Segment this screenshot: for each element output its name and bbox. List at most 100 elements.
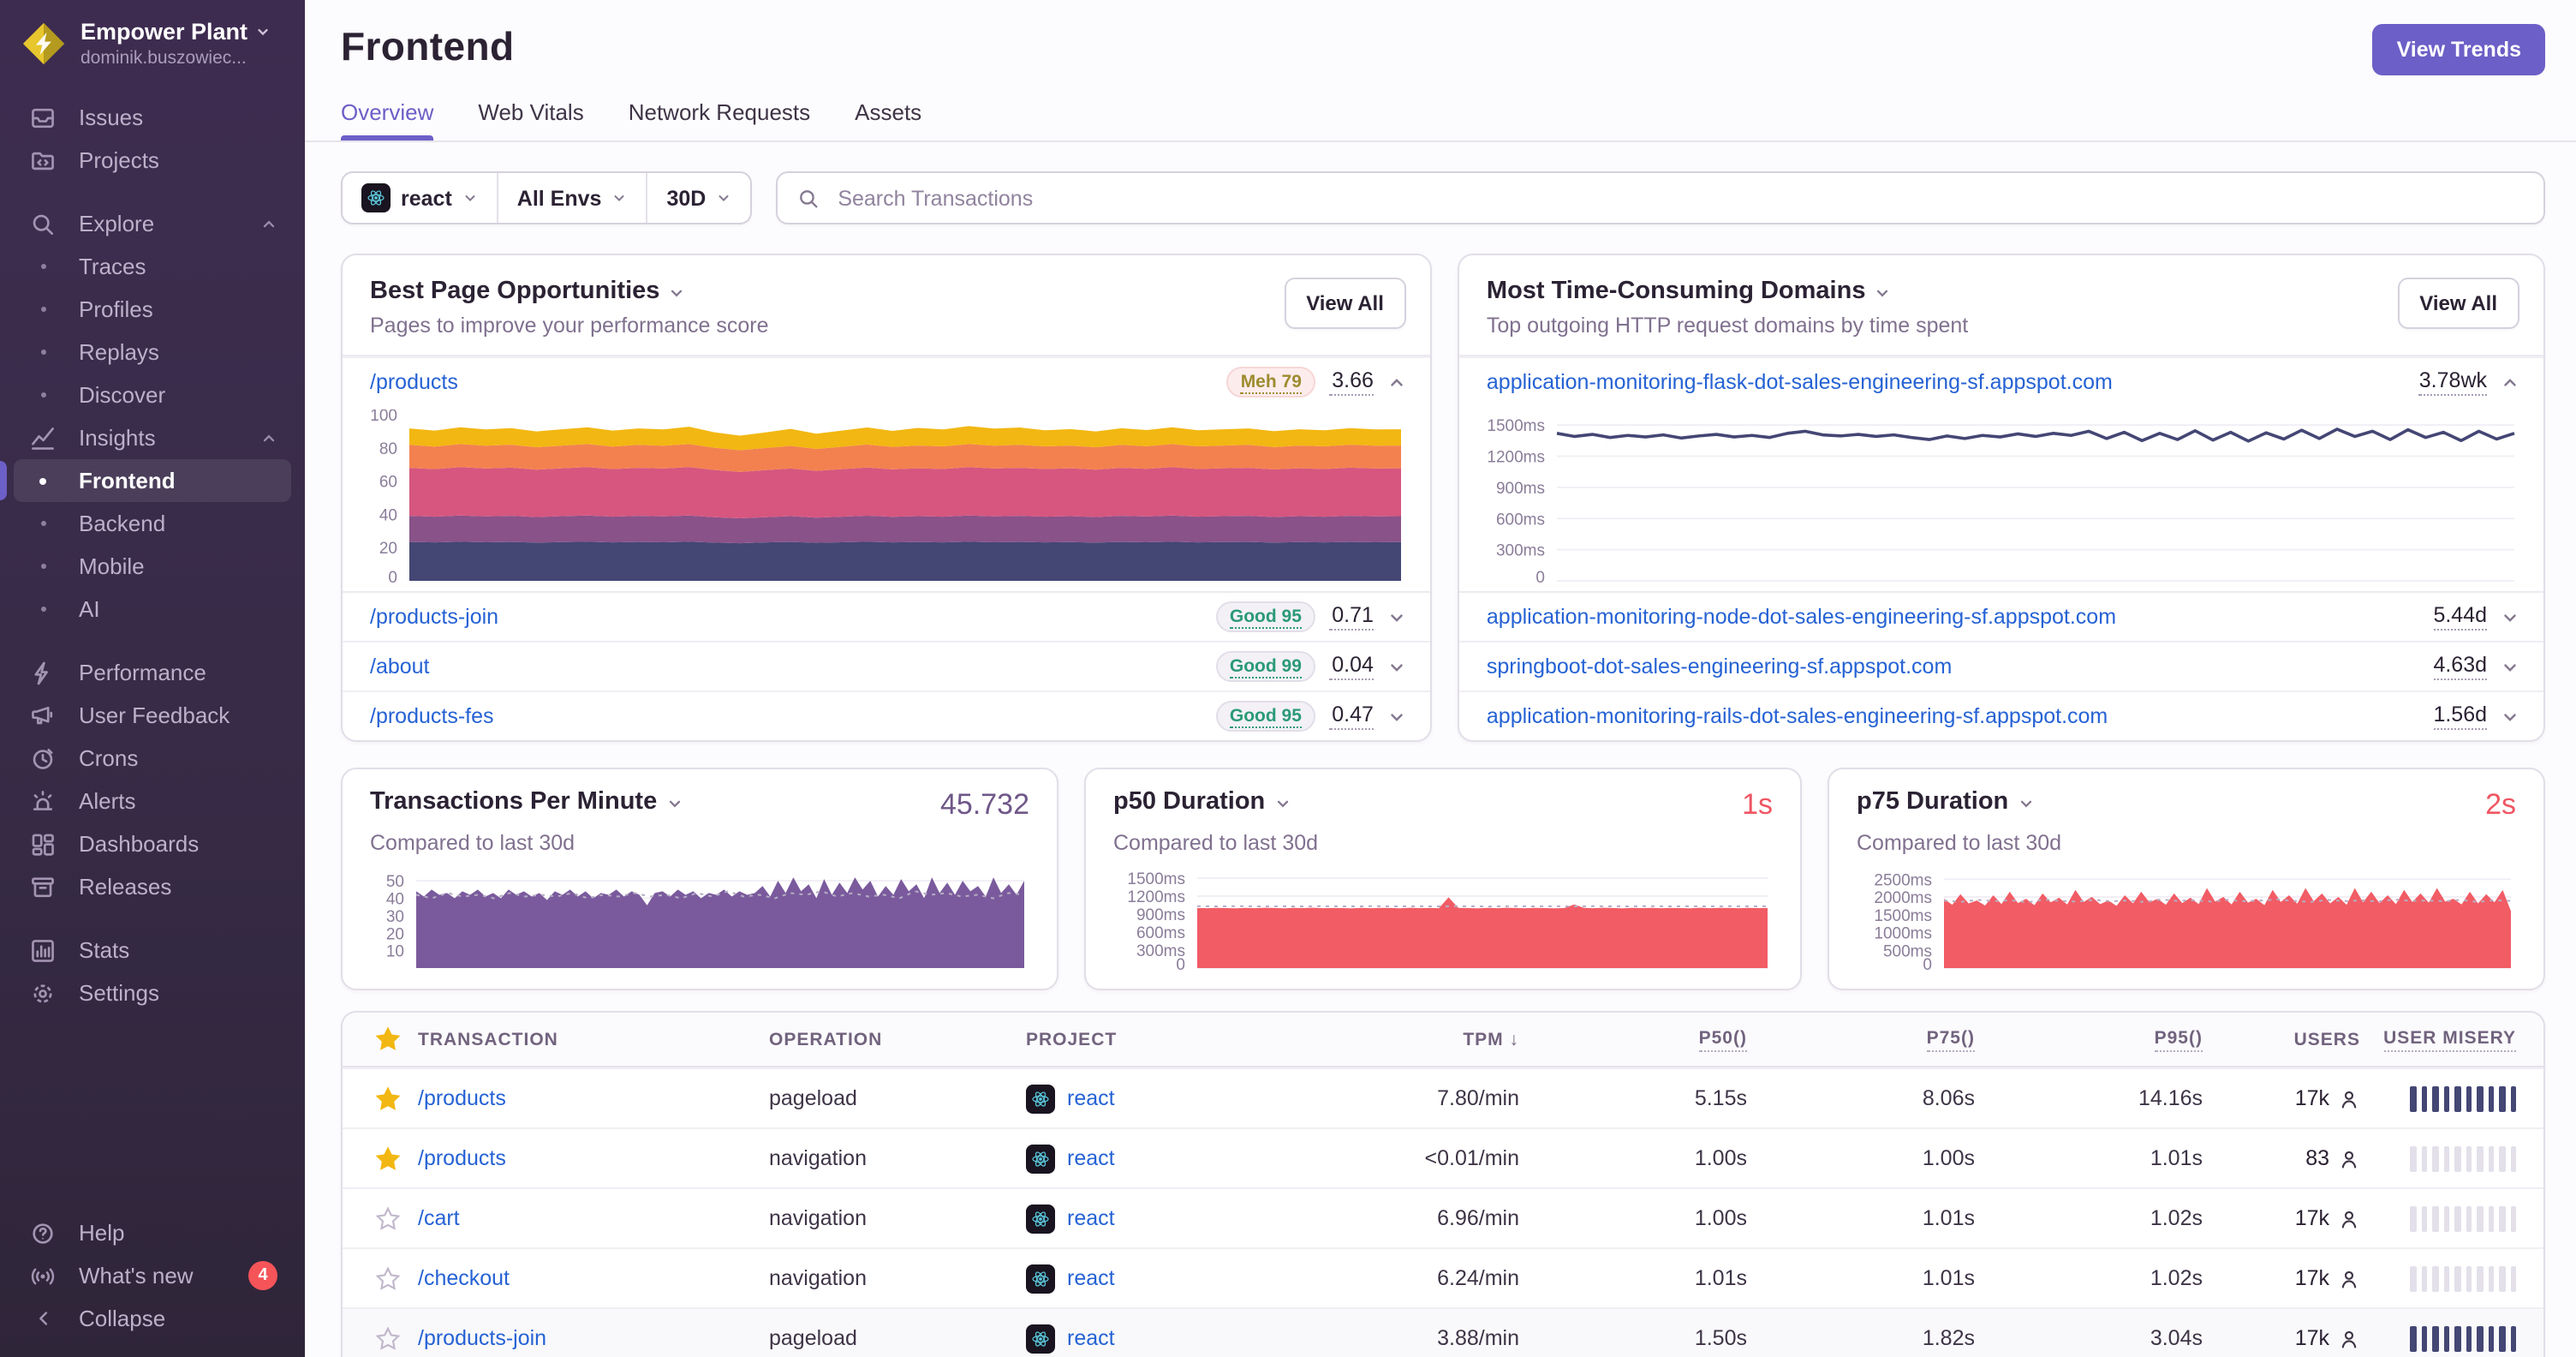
project-filter[interactable]: react [343, 173, 497, 223]
chevron-down-icon[interactable] [665, 794, 683, 811]
panel-title: Transactions Per Minute [370, 788, 658, 816]
sidebar-item-settings[interactable]: Settings [14, 971, 291, 1014]
sidebar-item-explore[interactable]: Explore [14, 202, 291, 245]
sidebar-item-label: Frontend [79, 468, 176, 493]
col-operation[interactable]: OPERATION [769, 1029, 1026, 1049]
domain-link[interactable]: springboot-dot-sales-engineering-sf.apps… [1487, 655, 1952, 678]
transaction-link[interactable]: /cart [418, 1206, 460, 1230]
sidebar-item-ai[interactable]: AI [14, 588, 291, 631]
project-link[interactable]: react [1067, 1206, 1115, 1230]
org-switcher[interactable]: Empower Plant dominik.buszowiec... [0, 0, 305, 82]
sidebar-footer: Help What's new 4 Collapse [0, 1211, 305, 1357]
transaction-link[interactable]: /checkout [418, 1266, 510, 1290]
domain-link[interactable]: application-monitoring-flask-dot-sales-e… [1487, 370, 2113, 394]
svg-text:2500ms: 2500ms [1874, 871, 1932, 889]
chevron-down-icon[interactable] [1273, 794, 1291, 811]
sidebar-item-stats[interactable]: Stats [14, 929, 291, 971]
tab-assets[interactable]: Assets [855, 99, 921, 140]
page-link[interactable]: /about [370, 655, 430, 678]
star-toggle[interactable] [374, 1265, 400, 1291]
page-link[interactable]: /products-join [370, 605, 498, 629]
project-link[interactable]: react [1067, 1146, 1115, 1170]
chevron-down-icon[interactable] [2017, 794, 2034, 811]
p75-panel: p75 Duration 2s Compared to last 30d 0 50… [1828, 768, 2545, 990]
star-toggle[interactable] [374, 1085, 400, 1111]
sidebar-item-frontend[interactable]: Frontend [0, 459, 291, 502]
chevron-down-icon[interactable] [668, 284, 685, 301]
star-toggle[interactable] [374, 1205, 400, 1231]
project-link[interactable]: react [1067, 1266, 1115, 1290]
domain-time: 1.56d [2433, 702, 2487, 730]
domain-link[interactable]: application-monitoring-rails-dot-sales-e… [1487, 704, 2108, 728]
page-link[interactable]: /products [370, 370, 458, 394]
best-page-opportunities-panel: Best Page Opportunities Pages to improve… [341, 254, 1432, 742]
user-icon [2341, 1150, 2357, 1168]
sidebar-item-issues[interactable]: Issues [14, 96, 291, 139]
tab-network-requests[interactable]: Network Requests [629, 99, 810, 140]
environment-filter[interactable]: All Envs [496, 173, 647, 223]
chevron-up-icon[interactable] [2501, 373, 2519, 392]
sidebar-item-performance[interactable]: Performance [14, 651, 291, 694]
projects-icon [21, 146, 65, 174]
sidebar-item-whats-new[interactable]: What's new 4 [14, 1254, 291, 1297]
search-icon [800, 189, 818, 207]
view-all-button[interactable]: View All [2397, 278, 2519, 329]
sidebar-item-user-feedback[interactable]: User Feedback [14, 694, 291, 737]
sidebar-item-backend[interactable]: Backend [14, 502, 291, 545]
chevron-down-icon[interactable] [2501, 657, 2519, 676]
view-all-button[interactable]: View All [1284, 278, 1406, 329]
sidebar-item-dashboards[interactable]: Dashboards [14, 822, 291, 865]
star-toggle[interactable] [374, 1325, 400, 1351]
sidebar-item-help[interactable]: Help [14, 1211, 291, 1254]
chevron-down-icon[interactable] [1387, 657, 1406, 676]
col-user-misery[interactable]: USER MISERY [2360, 1027, 2516, 1051]
react-platform-icon [1026, 1324, 1055, 1353]
col-project[interactable]: PROJECT [1026, 1029, 1300, 1049]
sidebar-item-crons[interactable]: Crons [14, 737, 291, 780]
view-trends-button[interactable]: View Trends [2372, 24, 2545, 75]
sidebar-item-profiles[interactable]: Profiles [14, 288, 291, 331]
date-range-filter[interactable]: 30D [646, 173, 750, 223]
sidebar-item-alerts[interactable]: Alerts [14, 780, 291, 822]
chevron-up-icon[interactable] [1387, 373, 1406, 392]
sidebar-item-releases[interactable]: Releases [14, 865, 291, 908]
chevron-down-icon[interactable] [2501, 607, 2519, 626]
col-users[interactable]: USERS [2203, 1029, 2360, 1049]
sidebar-item-replays[interactable]: Replays [14, 331, 291, 374]
user-icon [2341, 1090, 2357, 1108]
chevron-down-icon[interactable] [1387, 707, 1406, 726]
sidebar-item-discover[interactable]: Discover [14, 374, 291, 416]
megaphone-icon [21, 702, 65, 729]
col-tpm[interactable]: TPM ↓ [1300, 1029, 1519, 1049]
tab-overview[interactable]: Overview [341, 99, 434, 140]
issues-icon [21, 104, 65, 131]
domain-row: application-monitoring-node-dot-sales-en… [1458, 591, 2543, 641]
transaction-link[interactable]: /products-join [418, 1326, 546, 1350]
project-link[interactable]: react [1067, 1086, 1115, 1110]
tpm-chart: 10 20 30 40 50 [370, 867, 1029, 971]
tab-web-vitals[interactable]: Web Vitals [478, 99, 583, 140]
transaction-link[interactable]: /products [418, 1086, 506, 1110]
project-link[interactable]: react [1067, 1326, 1115, 1350]
sidebar-item-traces[interactable]: Traces [14, 245, 291, 288]
search-input[interactable] [834, 184, 2525, 212]
domain-link[interactable]: application-monitoring-node-dot-sales-en… [1487, 605, 2116, 629]
col-transaction[interactable]: TRANSACTION [418, 1029, 769, 1049]
star-toggle[interactable] [374, 1145, 400, 1171]
star-column-header[interactable] [374, 1026, 400, 1052]
content-area: react All Envs 30D Search Transactions B… [305, 142, 2576, 1357]
user-misery-bars [2360, 1265, 2516, 1291]
col-p50[interactable]: P50() [1519, 1027, 1747, 1051]
col-p75[interactable]: P75() [1747, 1027, 1975, 1051]
sidebar-item-insights[interactable]: Insights [14, 416, 291, 459]
chevron-down-icon[interactable] [1874, 284, 1891, 301]
sidebar-item-mobile[interactable]: Mobile [14, 545, 291, 588]
tpm-cell: <0.01/min [1424, 1146, 1520, 1170]
chevron-down-icon[interactable] [1387, 607, 1406, 626]
page-link[interactable]: /products-fes [370, 704, 494, 728]
sidebar-collapse-button[interactable]: Collapse [14, 1297, 291, 1340]
transaction-link[interactable]: /products [418, 1146, 506, 1170]
col-p95[interactable]: P95() [1975, 1027, 2203, 1051]
sidebar-item-projects[interactable]: Projects [14, 139, 291, 182]
chevron-down-icon[interactable] [2501, 707, 2519, 726]
